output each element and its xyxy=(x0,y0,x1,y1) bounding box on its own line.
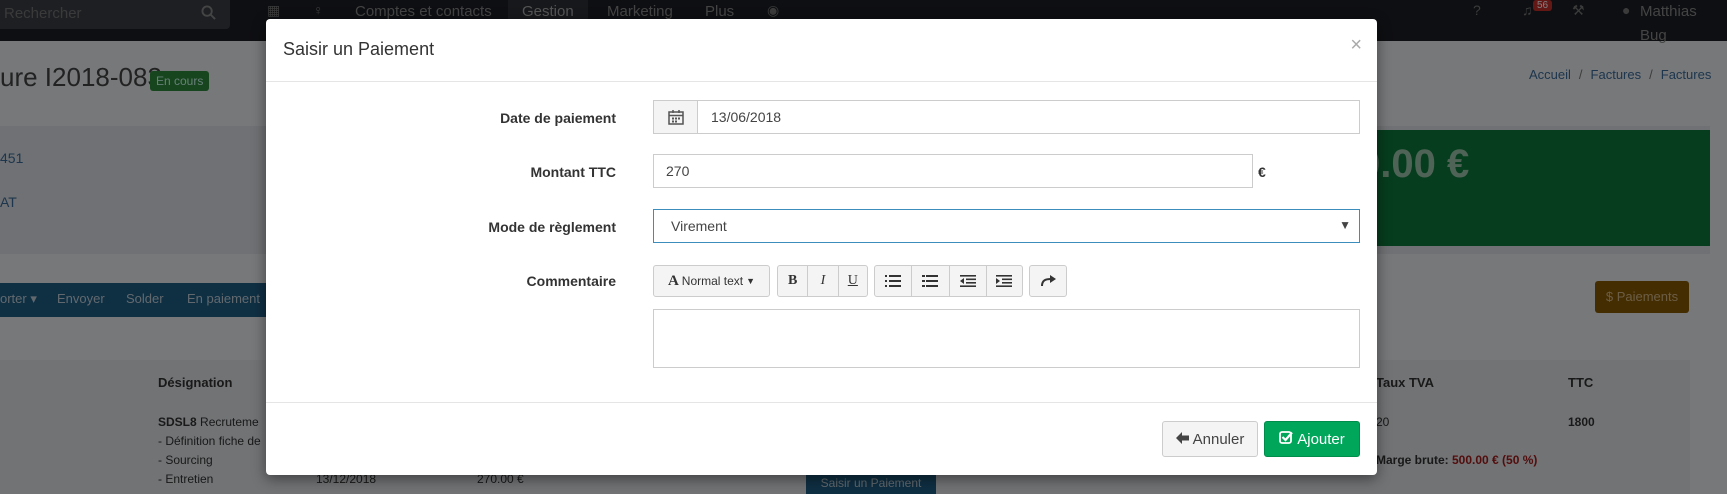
font-icon: A xyxy=(667,272,679,289)
bold-button[interactable]: B xyxy=(778,266,809,296)
caret-down-icon: ▼ xyxy=(1339,218,1351,232)
redo-icon[interactable] xyxy=(1030,266,1066,296)
mode-value: Virement xyxy=(671,218,727,234)
mode-label: Mode de règlement xyxy=(488,219,616,235)
commentaire-label: Commentaire xyxy=(526,273,616,289)
date-value: 13/06/2018 xyxy=(711,109,782,125)
modal-footer-divider xyxy=(266,402,1377,403)
caret-down-icon: ▼ xyxy=(746,276,756,286)
text-style-dropdown[interactable]: A Normal text ▼ xyxy=(654,266,769,296)
montant-label: Montant TTC xyxy=(530,164,616,180)
montant-value: 270 xyxy=(666,163,690,179)
list-group xyxy=(874,265,1023,297)
add-button[interactable]: Ajouter xyxy=(1264,421,1360,457)
add-label: Ajouter xyxy=(1297,430,1345,448)
indent-icon[interactable] xyxy=(987,266,1022,296)
date-label: Date de paiement xyxy=(500,110,616,126)
arrow-left-icon xyxy=(1175,431,1189,448)
text-style-label: Normal text xyxy=(681,274,744,288)
close-icon[interactable]: × xyxy=(1350,35,1362,55)
underline-button[interactable]: U xyxy=(839,266,867,296)
unordered-list-icon[interactable] xyxy=(875,266,913,296)
ordered-list-icon[interactable] xyxy=(912,266,950,296)
modal-title: Saisir un Paiement xyxy=(283,39,435,59)
cancel-label: Annuler xyxy=(1192,430,1245,448)
montant-field[interactable]: 270 xyxy=(653,154,1253,188)
mode-select[interactable]: Virement ▼ xyxy=(653,209,1360,243)
cancel-button[interactable]: Annuler xyxy=(1162,421,1258,457)
redo-group xyxy=(1029,265,1067,297)
currency-symbol: € xyxy=(1258,164,1266,180)
payment-modal: Saisir un Paiement × Date de paiement 13… xyxy=(266,19,1377,475)
format-group: B I U xyxy=(777,265,868,297)
text-style-group: A Normal text ▼ xyxy=(653,265,770,297)
modal-header: Saisir un Paiement × xyxy=(266,19,1377,82)
italic-button[interactable]: I xyxy=(808,266,839,296)
check-square-icon xyxy=(1279,430,1294,448)
outdent-icon[interactable] xyxy=(950,266,987,296)
calendar-icon[interactable] xyxy=(654,101,698,133)
date-field[interactable]: 13/06/2018 xyxy=(653,100,1360,134)
comment-textarea[interactable] xyxy=(653,309,1360,368)
